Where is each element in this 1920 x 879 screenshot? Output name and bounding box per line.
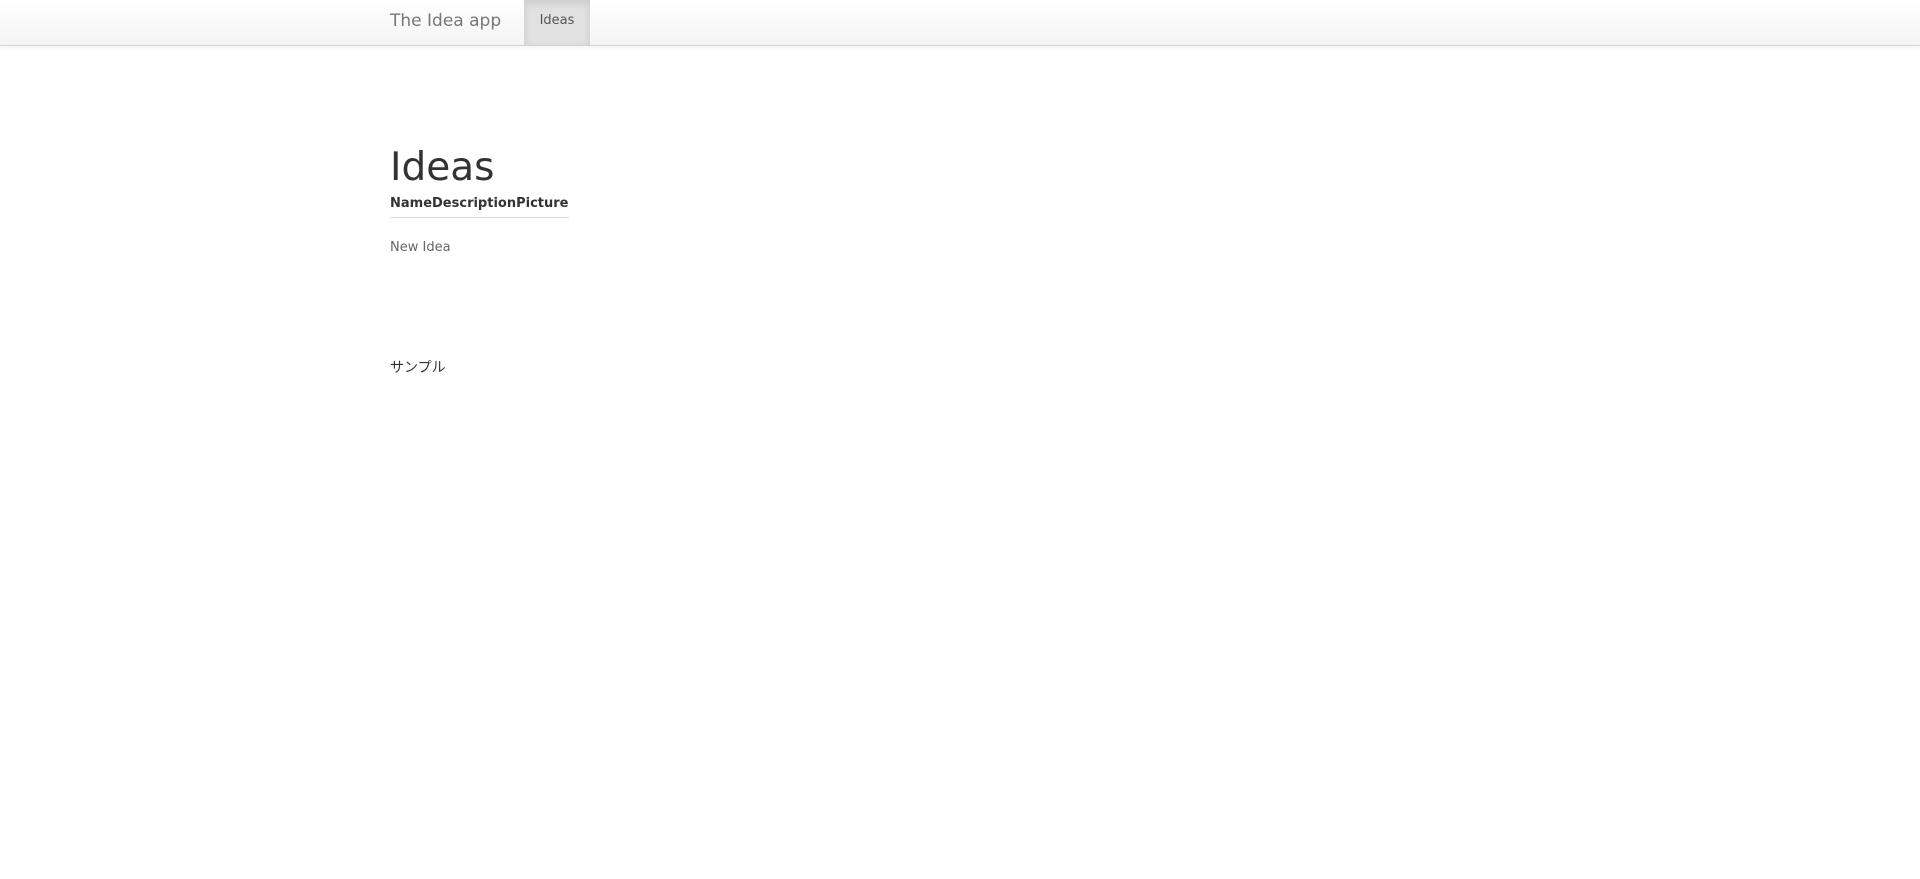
column-header-description: Description [432,196,517,218]
sample-text: サンプル [390,360,446,376]
new-idea-link[interactable]: New Idea [390,240,451,255]
ideas-table: Name Description Picture [390,196,569,218]
brand-link[interactable]: The Idea app [390,0,501,45]
column-header-picture: Picture [516,196,569,218]
table-header-row: Name Description Picture [390,196,569,218]
nav-item-ideas[interactable]: Ideas [524,0,590,45]
page-title: Ideas [390,145,495,190]
table-header: Name Description Picture [390,196,569,218]
column-header-name: Name [390,196,433,218]
top-navbar: The Idea app Ideas [0,0,1920,46]
